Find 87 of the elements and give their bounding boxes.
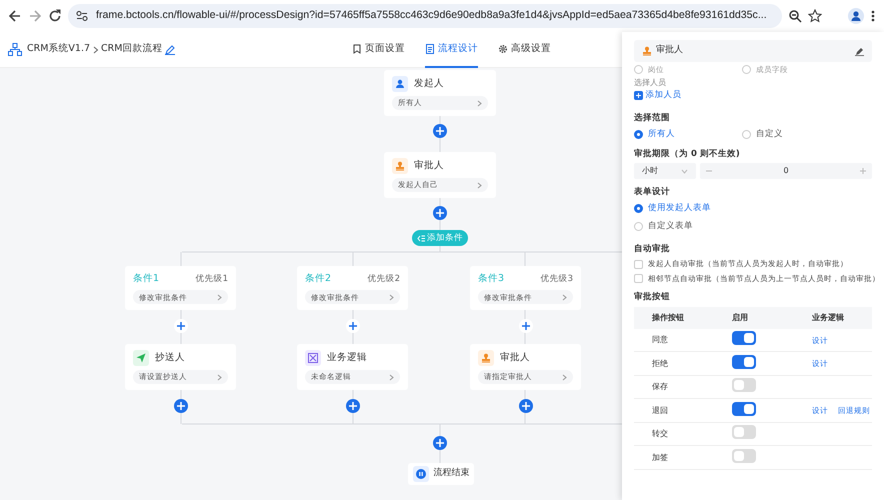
url-text: frame.bctools.cn/flowable-ui/#/processDesign?id=57465ff5a7558cc463c9d6e90edb8a9a3fe1d4&jvsAppId=ed5aea73365d4be8fe93161dd35c... — [96, 8, 767, 24]
bookmark-icon — [352, 44, 362, 54]
toggle-switch[interactable] — [732, 425, 756, 440]
chevron-right-icon — [562, 294, 567, 301]
unit-select[interactable]: 小时 — [634, 163, 696, 180]
radio-option[interactable]: 所有人 — [634, 128, 704, 141]
stamp-icon — [481, 353, 491, 363]
add-node-button[interactable] — [346, 319, 360, 333]
add-node-button[interactable] — [519, 399, 533, 413]
priority-label: 优先级2 — [368, 272, 400, 286]
end-node-title: 流程结束 — [434, 467, 470, 480]
table-cell-text: 同意 — [651, 334, 669, 346]
chevron-right-icon — [389, 294, 394, 301]
node-title: 抄送人 — [155, 350, 185, 365]
stamp-icon — [395, 161, 405, 171]
radio-option[interactable]: 使用发起人表单 — [634, 202, 711, 215]
table-cell-text: 拒绝 — [651, 358, 669, 370]
logic-icon — [308, 353, 318, 363]
node-title: 审批人 — [500, 350, 530, 365]
chevron-right-icon — [92, 46, 99, 54]
star-icon[interactable] — [808, 9, 822, 23]
edit-icon[interactable] — [164, 44, 175, 54]
toggle-switch[interactable] — [732, 448, 756, 463]
column-header: 操作按钮 — [650, 312, 685, 324]
toggle-switch[interactable] — [732, 354, 756, 369]
tab[interactable]: 高级设置 — [498, 32, 551, 68]
table-cell-text: 保存 — [651, 381, 669, 394]
paper-plane-icon — [136, 353, 146, 363]
radio-option[interactable]: 自定义表单 — [634, 220, 693, 233]
site-settings-icon[interactable] — [76, 10, 88, 22]
node-title: 业务逻辑 — [327, 350, 367, 365]
plus-icon — [634, 91, 643, 100]
column-header: 业务逻辑 — [812, 312, 845, 324]
add-people-link[interactable]: 添加人员 — [634, 89, 682, 102]
person-icon — [395, 79, 405, 89]
end-icon — [412, 466, 428, 482]
avatar-icon[interactable] — [848, 8, 864, 24]
toggle-switch[interactable] — [732, 378, 756, 392]
edit-icon[interactable] — [855, 46, 864, 56]
radio-option[interactable]: 自定义 — [742, 128, 812, 141]
add-node-button[interactable] — [174, 399, 188, 413]
section-label: 表单设计 — [634, 186, 671, 200]
section-label: 选择范围 — [634, 112, 671, 125]
chevron-right-icon — [562, 374, 567, 380]
zoom-icon[interactable] — [788, 9, 802, 23]
priority-label: 优先级1 — [196, 272, 228, 286]
more-icon[interactable] — [870, 9, 876, 23]
section-label: 自动审批 — [634, 242, 671, 256]
breadcrumb-item[interactable]: CRM回款流程 — [101, 42, 162, 57]
org-chart-icon — [8, 43, 22, 56]
address-bar[interactable]: frame.bctools.cn/flowable-ui/#/processDesign?id=57465ff5a7558cc463c9d6e90edb8a9a3fe1d4&jvsAppId=ed5aea73365d4be8fe93161dd35c... — [68, 4, 782, 28]
chevron-down-icon — [681, 168, 688, 174]
add-node-button[interactable] — [174, 319, 188, 333]
condition-title: 条件3 — [478, 272, 504, 286]
field-label: 选择人员 — [634, 77, 667, 90]
node-title: 审批人 — [414, 158, 444, 173]
tab[interactable]: 页面设置 — [352, 32, 405, 68]
add-node-button[interactable] — [433, 206, 447, 220]
gear-icon — [498, 44, 508, 54]
branch-icon — [417, 234, 425, 242]
add-node-button[interactable] — [433, 124, 447, 138]
column-header: 启用 — [732, 312, 749, 324]
section-label: 审批期限（为 0 则不生效) — [634, 148, 741, 160]
condition-title: 条件1 — [133, 272, 160, 286]
stamp-icon — [642, 46, 652, 56]
chevron-right-icon — [217, 294, 222, 301]
chevron-right-icon — [389, 374, 394, 380]
reload-icon[interactable] — [48, 9, 62, 23]
toggle-switch[interactable] — [732, 402, 756, 416]
table-cell-text: 加签 — [651, 452, 669, 464]
document-icon — [425, 44, 435, 54]
node-title: 发起人 — [414, 76, 444, 91]
drawer-title: 审批人 — [656, 44, 684, 58]
chevron-right-icon — [217, 374, 222, 380]
priority-label: 优先级3 — [540, 272, 573, 286]
breadcrumb-item[interactable]: CRM系统V1.7 — [27, 42, 90, 57]
table-cell-text: 转交 — [651, 428, 669, 440]
table-cell-text: 退回 — [651, 404, 669, 417]
condition-title: 条件2 — [305, 272, 332, 286]
chevron-right-icon — [477, 100, 482, 106]
toggle-switch[interactable] — [732, 331, 756, 346]
add-node-button[interactable] — [519, 319, 533, 333]
chevron-right-icon — [477, 182, 482, 188]
add-node-button[interactable] — [346, 399, 360, 413]
section-label: 审批按钮 — [634, 291, 671, 304]
add-node-button[interactable] — [433, 436, 447, 450]
back-icon[interactable] — [8, 9, 22, 23]
